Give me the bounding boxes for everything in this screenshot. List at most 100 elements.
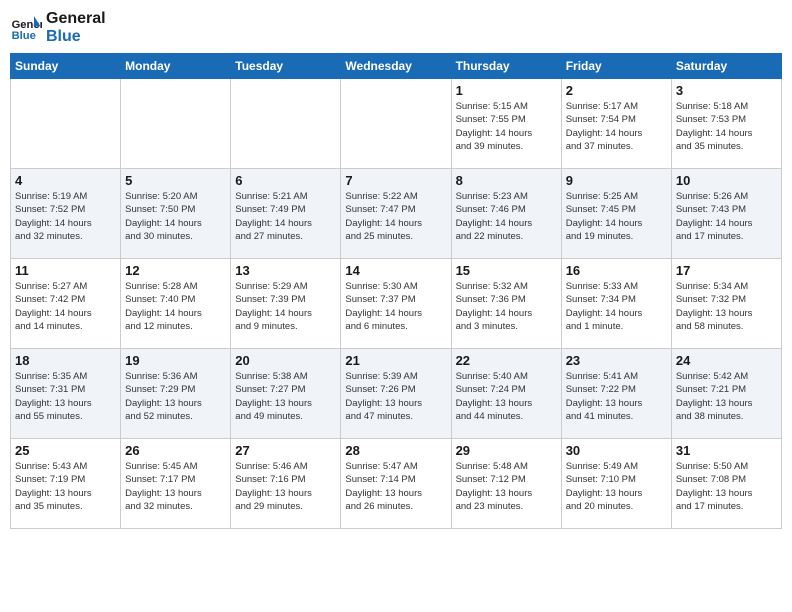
day-info: Sunrise: 5:18 AM Sunset: 7:53 PM Dayligh… (676, 100, 777, 153)
day-info: Sunrise: 5:27 AM Sunset: 7:42 PM Dayligh… (15, 280, 116, 333)
calendar-cell: 19Sunrise: 5:36 AM Sunset: 7:29 PM Dayli… (121, 349, 231, 439)
calendar-cell: 27 Sunrise: 5:46 AM Sunset: 7:16 PM Dayli… (231, 439, 341, 529)
day-number: 19 (125, 353, 226, 368)
page-header: General Blue General Blue (10, 10, 782, 45)
day-info: Sunrise: 5:26 AM Sunset: 7:43 PM Dayligh… (676, 190, 777, 243)
day-info: Sunrise: 5:17 AM Sunset: 7:54 PM Dayligh… (566, 100, 667, 153)
calendar-cell: 13Sunrise: 5:29 AM Sunset: 7:39 PM Dayli… (231, 259, 341, 349)
day-number: 21 (345, 353, 446, 368)
day-info: Sunrise: 5:42 AM Sunset: 7:21 PM Dayligh… (676, 370, 777, 423)
day-number: 15 (456, 263, 557, 278)
day-info: Sunrise: 5:34 AM Sunset: 7:32 PM Dayligh… (676, 280, 777, 333)
svg-text:Blue: Blue (12, 30, 36, 42)
day-number: 12 (125, 263, 226, 278)
weekday-header-friday: Friday (561, 54, 671, 79)
calendar-cell: 6Sunrise: 5:21 AM Sunset: 7:49 PM Daylig… (231, 169, 341, 259)
calendar-cell (11, 79, 121, 169)
day-info: Sunrise: 5:25 AM Sunset: 7:45 PM Dayligh… (566, 190, 667, 243)
day-info: Sunrise: 5:45 AM Sunset: 7:17 PM Dayligh… (125, 460, 226, 513)
day-number: 26 (125, 443, 226, 458)
calendar-cell: 14 Sunrise: 5:30 AM Sunset: 7:37 PM Dayli… (341, 259, 451, 349)
day-info: Sunrise: 5:22 AM Sunset: 7:47 PM Dayligh… (345, 190, 446, 243)
day-number: 4 (15, 173, 116, 188)
day-number: 1 (456, 83, 557, 98)
calendar-cell: 26 Sunrise: 5:45 AM Sunset: 7:17 PM Dayli… (121, 439, 231, 529)
day-info: Sunrise: 5:32 AM Sunset: 7:36 PM Dayligh… (456, 280, 557, 333)
calendar-cell: 28Sunrise: 5:47 AM Sunset: 7:14 PM Dayli… (341, 439, 451, 529)
weekday-header-sunday: Sunday (11, 54, 121, 79)
day-number: 20 (235, 353, 336, 368)
calendar-cell: 17 Sunrise: 5:34 AM Sunset: 7:32 PM Dayli… (671, 259, 781, 349)
day-number: 28 (345, 443, 446, 458)
calendar-week-3: 18Sunrise: 5:35 AM Sunset: 7:31 PM Dayli… (11, 349, 782, 439)
day-info: Sunrise: 5:19 AM Sunset: 7:52 PM Dayligh… (15, 190, 116, 243)
calendar-cell: 7Sunrise: 5:22 AM Sunset: 7:47 PM Daylig… (341, 169, 451, 259)
calendar-week-0: 1 Sunrise: 5:15 AM Sunset: 7:55 PM Daylig… (11, 79, 782, 169)
calendar-cell: 20 Sunrise: 5:38 AM Sunset: 7:27 PM Dayli… (231, 349, 341, 439)
day-info: Sunrise: 5:20 AM Sunset: 7:50 PM Dayligh… (125, 190, 226, 243)
day-number: 2 (566, 83, 667, 98)
day-number: 29 (456, 443, 557, 458)
day-number: 16 (566, 263, 667, 278)
calendar-cell: 8 Sunrise: 5:23 AM Sunset: 7:46 PM Daylig… (451, 169, 561, 259)
calendar-cell: 29Sunrise: 5:48 AM Sunset: 7:12 PM Dayli… (451, 439, 561, 529)
calendar-cell: 11 Sunrise: 5:27 AM Sunset: 7:42 PM Dayli… (11, 259, 121, 349)
weekday-header-tuesday: Tuesday (231, 54, 341, 79)
day-number: 3 (676, 83, 777, 98)
day-info: Sunrise: 5:43 AM Sunset: 7:19 PM Dayligh… (15, 460, 116, 513)
day-number: 10 (676, 173, 777, 188)
day-number: 24 (676, 353, 777, 368)
day-number: 27 (235, 443, 336, 458)
calendar-cell: 24 Sunrise: 5:42 AM Sunset: 7:21 PM Dayli… (671, 349, 781, 439)
calendar-cell: 10 Sunrise: 5:26 AM Sunset: 7:43 PM Dayli… (671, 169, 781, 259)
day-number: 5 (125, 173, 226, 188)
day-info: Sunrise: 5:46 AM Sunset: 7:16 PM Dayligh… (235, 460, 336, 513)
day-number: 17 (676, 263, 777, 278)
day-info: Sunrise: 5:33 AM Sunset: 7:34 PM Dayligh… (566, 280, 667, 333)
weekday-header-row: SundayMondayTuesdayWednesdayThursdayFrid… (11, 54, 782, 79)
day-info: Sunrise: 5:23 AM Sunset: 7:46 PM Dayligh… (456, 190, 557, 243)
day-info: Sunrise: 5:30 AM Sunset: 7:37 PM Dayligh… (345, 280, 446, 333)
day-number: 8 (456, 173, 557, 188)
day-info: Sunrise: 5:15 AM Sunset: 7:55 PM Dayligh… (456, 100, 557, 153)
day-info: Sunrise: 5:50 AM Sunset: 7:08 PM Dayligh… (676, 460, 777, 513)
calendar-cell: 3 Sunrise: 5:18 AM Sunset: 7:53 PM Daylig… (671, 79, 781, 169)
weekday-header-monday: Monday (121, 54, 231, 79)
day-number: 11 (15, 263, 116, 278)
calendar-cell: 16 Sunrise: 5:33 AM Sunset: 7:34 PM Dayli… (561, 259, 671, 349)
calendar-cell: 15 Sunrise: 5:32 AM Sunset: 7:36 PM Dayli… (451, 259, 561, 349)
day-number: 22 (456, 353, 557, 368)
logo-blue: Blue (46, 28, 106, 46)
day-info: Sunrise: 5:38 AM Sunset: 7:27 PM Dayligh… (235, 370, 336, 423)
calendar-week-1: 4 Sunrise: 5:19 AM Sunset: 7:52 PM Daylig… (11, 169, 782, 259)
calendar-cell: 5 Sunrise: 5:20 AM Sunset: 7:50 PM Daylig… (121, 169, 231, 259)
calendar-table: SundayMondayTuesdayWednesdayThursdayFrid… (10, 53, 782, 529)
calendar-cell (231, 79, 341, 169)
logo: General Blue General Blue (10, 10, 106, 45)
day-number: 23 (566, 353, 667, 368)
weekday-header-wednesday: Wednesday (341, 54, 451, 79)
calendar-cell: 12 Sunrise: 5:28 AM Sunset: 7:40 PM Dayli… (121, 259, 231, 349)
calendar-cell: 22Sunrise: 5:40 AM Sunset: 7:24 PM Dayli… (451, 349, 561, 439)
calendar-cell: 18Sunrise: 5:35 AM Sunset: 7:31 PM Dayli… (11, 349, 121, 439)
calendar-cell: 9Sunrise: 5:25 AM Sunset: 7:45 PM Daylig… (561, 169, 671, 259)
calendar-cell: 21Sunrise: 5:39 AM Sunset: 7:26 PM Dayli… (341, 349, 451, 439)
day-number: 6 (235, 173, 336, 188)
day-number: 31 (676, 443, 777, 458)
calendar-cell: 25 Sunrise: 5:43 AM Sunset: 7:19 PM Dayli… (11, 439, 121, 529)
calendar-cell: 31 Sunrise: 5:50 AM Sunset: 7:08 PM Dayli… (671, 439, 781, 529)
logo-icon: General Blue (10, 12, 42, 44)
day-number: 30 (566, 443, 667, 458)
calendar-week-4: 25 Sunrise: 5:43 AM Sunset: 7:19 PM Dayli… (11, 439, 782, 529)
calendar-cell (121, 79, 231, 169)
day-number: 14 (345, 263, 446, 278)
calendar-cell: 4 Sunrise: 5:19 AM Sunset: 7:52 PM Daylig… (11, 169, 121, 259)
calendar-cell: 30Sunrise: 5:49 AM Sunset: 7:10 PM Dayli… (561, 439, 671, 529)
day-info: Sunrise: 5:28 AM Sunset: 7:40 PM Dayligh… (125, 280, 226, 333)
calendar-cell: 1 Sunrise: 5:15 AM Sunset: 7:55 PM Daylig… (451, 79, 561, 169)
day-number: 25 (15, 443, 116, 458)
weekday-header-thursday: Thursday (451, 54, 561, 79)
day-number: 18 (15, 353, 116, 368)
day-info: Sunrise: 5:41 AM Sunset: 7:22 PM Dayligh… (566, 370, 667, 423)
calendar-cell (341, 79, 451, 169)
